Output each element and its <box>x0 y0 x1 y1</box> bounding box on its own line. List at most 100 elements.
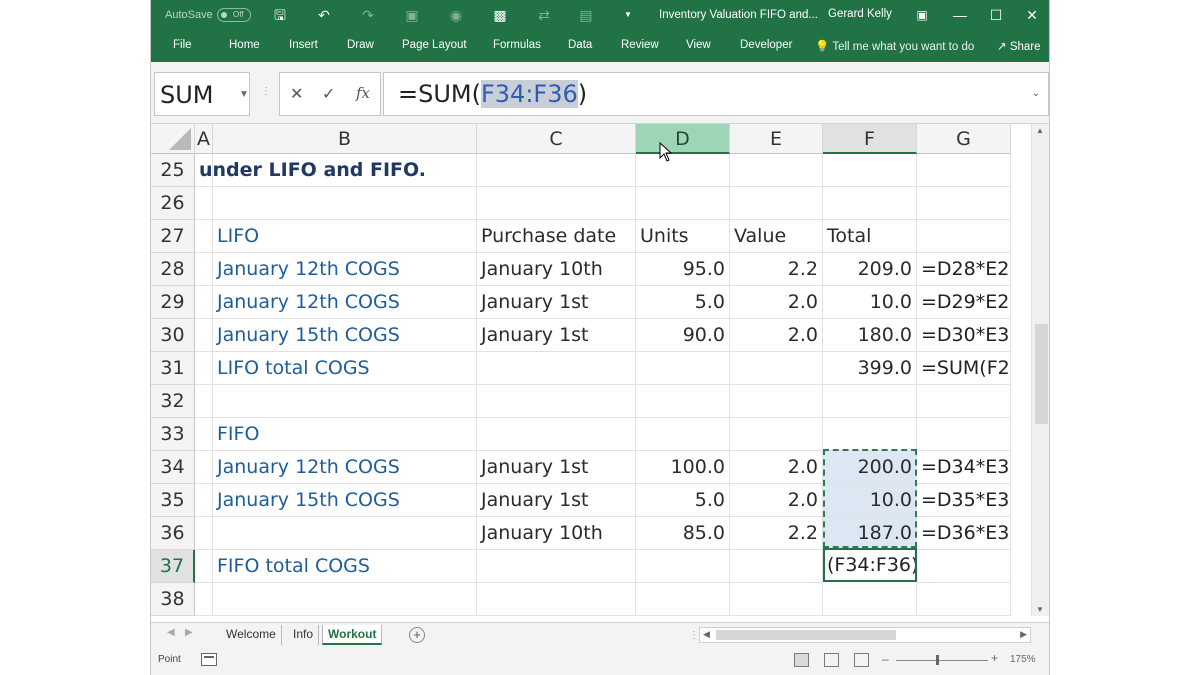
cell-d36[interactable]: 85.0 <box>636 517 730 550</box>
user-name[interactable]: Gerard Kelly <box>828 8 892 20</box>
tab-review[interactable]: Review <box>621 39 659 51</box>
sync-icon[interactable]: ⇄ <box>535 6 553 24</box>
cell-b28[interactable]: January 12th COGS <box>213 253 477 286</box>
cell-e30[interactable]: 2.0 <box>730 319 823 352</box>
row-header-34[interactable]: 34 <box>151 451 195 484</box>
autosave-toggle[interactable]: Off <box>217 8 251 22</box>
undo-icon[interactable]: ↶ <box>315 6 333 24</box>
column-header-e[interactable]: E <box>730 124 823 154</box>
cell-a32[interactable] <box>195 385 213 418</box>
cell-c25[interactable] <box>477 154 636 187</box>
column-header-d[interactable]: D <box>636 124 730 154</box>
share-button[interactable]: ↗ Share <box>997 39 1041 53</box>
cell-a27[interactable] <box>195 220 213 253</box>
row-header-36[interactable]: 36 <box>151 517 195 550</box>
cell-g25[interactable] <box>917 154 1011 187</box>
cell-f32[interactable] <box>823 385 917 418</box>
cell-g29[interactable]: =D29*E29 <box>917 286 1011 319</box>
cell-e28[interactable]: 2.2 <box>730 253 823 286</box>
formula-input[interactable]: =SUM(F34:F36) ⌄ <box>383 72 1049 116</box>
tell-me-search[interactable]: 💡 Tell me what you want to do <box>815 39 974 53</box>
cell-d26[interactable] <box>636 187 730 220</box>
select-all-button[interactable] <box>151 124 195 154</box>
cell-b27[interactable]: LIFO <box>213 220 477 253</box>
close-icon[interactable]: ✕ <box>1017 4 1047 26</box>
cell-f38[interactable] <box>823 583 917 616</box>
cell-a38[interactable] <box>195 583 213 616</box>
cell-c26[interactable] <box>477 187 636 220</box>
cell-g36[interactable]: =D36*E36 <box>917 517 1011 550</box>
cell-f29[interactable]: 10.0 <box>823 286 917 319</box>
row-header-26[interactable]: 26 <box>151 187 195 220</box>
cell-a26[interactable] <box>195 187 213 220</box>
calculator-icon[interactable]: ▩ <box>491 6 509 24</box>
cell-e38[interactable] <box>730 583 823 616</box>
cell-e27[interactable]: Value <box>730 220 823 253</box>
cell-d32[interactable] <box>636 385 730 418</box>
maximize-icon[interactable]: ☐ <box>981 4 1011 26</box>
cell-f33[interactable] <box>823 418 917 451</box>
cell-d35[interactable]: 5.0 <box>636 484 730 517</box>
cell-d38[interactable] <box>636 583 730 616</box>
tab-view[interactable]: View <box>686 39 711 51</box>
expand-formula-bar-icon[interactable]: ⌄ <box>1032 88 1040 99</box>
cell-g26[interactable] <box>917 187 1011 220</box>
minimize-icon[interactable]: — <box>945 4 975 26</box>
scroll-up-icon[interactable]: ▲ <box>1036 126 1044 135</box>
cell-b33[interactable]: FIFO <box>213 418 477 451</box>
row-header-30[interactable]: 30 <box>151 319 195 352</box>
cell-c31[interactable] <box>477 352 636 385</box>
cell-g28[interactable]: =D28*E28 <box>917 253 1011 286</box>
cell-c38[interactable] <box>477 583 636 616</box>
cell-g33[interactable] <box>917 418 1011 451</box>
tab-page-layout[interactable]: Page Layout <box>402 39 467 51</box>
cell-f30[interactable]: 180.0 <box>823 319 917 352</box>
cell-c37[interactable] <box>477 550 636 583</box>
cell-b31[interactable]: LIFO total COGS <box>213 352 477 385</box>
column-header-g[interactable]: G <box>917 124 1011 154</box>
cell-c33[interactable] <box>477 418 636 451</box>
cell-g30[interactable]: =D30*E30 <box>917 319 1011 352</box>
cell-c36[interactable]: January 10th <box>477 517 636 550</box>
tab-developer[interactable]: Developer <box>740 39 792 51</box>
vertical-scrollbar[interactable]: ▲ ▼ <box>1031 124 1049 616</box>
cancel-icon[interactable]: ✕ <box>290 84 303 104</box>
sheet-tab-info[interactable]: Info <box>288 625 320 645</box>
horizontal-scroll-thumb[interactable] <box>716 630 896 640</box>
cell-f25[interactable] <box>823 154 917 187</box>
cell-e26[interactable] <box>730 187 823 220</box>
cell-e34[interactable]: 2.0 <box>730 451 823 484</box>
cell-g35[interactable]: =D35*E35 <box>917 484 1011 517</box>
worksheet-grid[interactable]: ABCDEFG 25 under LIFO and FIFO. 26 27 LIFO Pu… <box>151 124 1031 616</box>
row-header-35[interactable]: 35 <box>151 484 195 517</box>
cell-b32[interactable] <box>213 385 477 418</box>
zoom-level[interactable]: 175% <box>1010 654 1036 665</box>
row-header-32[interactable]: 32 <box>151 385 195 418</box>
zoom-in-icon[interactable]: + <box>991 651 998 665</box>
cell-d28[interactable]: 95.0 <box>636 253 730 286</box>
column-header-a[interactable]: A <box>195 124 213 154</box>
row-header-38[interactable]: 38 <box>151 583 195 616</box>
page-break-view-icon[interactable] <box>854 653 869 667</box>
cell-b34[interactable]: January 12th COGS <box>213 451 477 484</box>
cell-b38[interactable] <box>213 583 477 616</box>
chevron-down-icon[interactable]: ▼ <box>239 89 249 100</box>
cell-c28[interactable]: January 10th <box>477 253 636 286</box>
cell-g37[interactable] <box>917 550 1011 583</box>
scroll-left-icon[interactable]: ◀ <box>703 629 710 640</box>
column-header-f[interactable]: F <box>823 124 917 154</box>
cell-d29[interactable]: 5.0 <box>636 286 730 319</box>
scroll-right-icon[interactable]: ▶ <box>1020 629 1027 640</box>
cell-e31[interactable] <box>730 352 823 385</box>
cell-a35[interactable] <box>195 484 213 517</box>
splitter-dots-icon[interactable]: ⋮ <box>261 86 271 97</box>
redo-icon[interactable]: ↷ <box>359 6 377 24</box>
cell-a28[interactable] <box>195 253 213 286</box>
column-header-c[interactable]: C <box>477 124 636 154</box>
tab-data[interactable]: Data <box>568 39 592 51</box>
cell-e36[interactable]: 2.2 <box>730 517 823 550</box>
cell-a29[interactable] <box>195 286 213 319</box>
cell-e29[interactable]: 2.0 <box>730 286 823 319</box>
tab-formulas[interactable]: Formulas <box>493 39 541 51</box>
cell-c32[interactable] <box>477 385 636 418</box>
